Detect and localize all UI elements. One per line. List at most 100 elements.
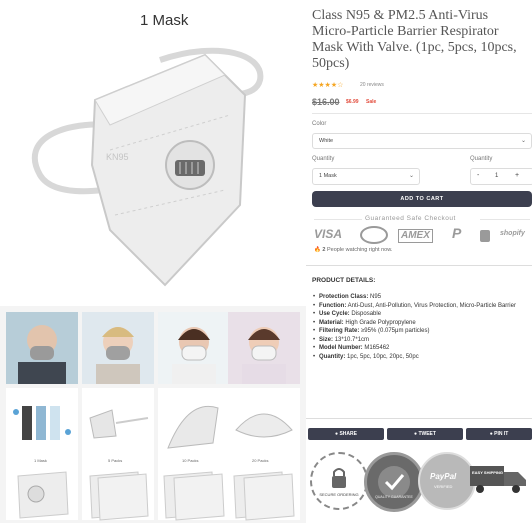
gallery-thumb-woman-dark[interactable] (158, 312, 230, 384)
reviews-link[interactable]: 20 reviews (360, 82, 384, 88)
quality-badge: QUALITY GUARANTEE (364, 452, 424, 512)
watching-count: 2 (322, 247, 326, 253)
lock-icon (332, 468, 346, 488)
lock-icon (480, 230, 490, 242)
detail-value: Anti-Dust, Anti-Pollution, Virus Protect… (347, 302, 516, 309)
detail-value: High Grade Polypropylene (345, 319, 416, 326)
sale-price: $6.99 (346, 99, 359, 105)
detail-item: Protection Class: N95 (313, 293, 528, 302)
detail-value: 13*10.7*1cm (334, 336, 370, 343)
detail-item: Function: Anti-Dust, Anti-Pollution, Vir… (313, 302, 528, 311)
detail-value: ≥95% (0.075μm particles) (361, 328, 430, 334)
truck-icon (470, 466, 526, 493)
detail-key: Use Cycle: (319, 311, 350, 317)
share-label: SHARE (339, 431, 357, 437)
product-title: Class N95 & PM2.5 Anti-Virus Micro-Parti… (312, 8, 517, 71)
gallery-thumb-fold[interactable] (158, 388, 230, 460)
secure-ordering-badge: SECURE ORDERING (310, 452, 368, 510)
detail-key: Filtering Rate: (319, 328, 360, 334)
tweet-label: TWEET (418, 431, 436, 437)
secure-ordering-text: SECURE ORDERING (319, 492, 359, 497)
quality-text: QUALITY GUARANTEE (375, 495, 413, 499)
detail-item: Use Cycle: Disposable (313, 310, 528, 319)
quantity-stepper-label: Quantity (470, 156, 493, 162)
amex-icon: AMEX (398, 229, 433, 243)
pinterest-icon: ● (489, 431, 493, 437)
detail-value: N95 (370, 294, 382, 300)
decrease-button[interactable]: - (477, 172, 479, 179)
paypal-verified-text: VERIFIED (434, 484, 453, 489)
watching-text: People watching right now. (326, 247, 393, 253)
details-list: Protection Class: N95Function: Anti-Dust… (313, 293, 528, 361)
color-select-value: White (319, 138, 334, 144)
main-product-image[interactable]: 1 Mask KN95 (0, 0, 306, 306)
detail-item: Model Number: M165462 (313, 344, 528, 353)
detail-key: Material: (319, 319, 344, 326)
gallery-thumb-woman-glove[interactable] (228, 312, 300, 384)
quantity-select[interactable]: 1 Mask ⌄ (312, 168, 420, 185)
fire-icon: 🔥 (314, 247, 321, 253)
pack-label: 20 Packs (252, 458, 269, 463)
pack-label: 5 Packs (108, 458, 123, 463)
visa-icon: VISA (314, 227, 343, 241)
twitter-icon: ● (414, 431, 418, 437)
detail-value: 1pc, 5pc, 10pc, 20pc, 50pc (347, 353, 419, 360)
gallery-thumb-pack-20[interactable]: 20 Packs (228, 458, 300, 521)
color-label: Color (312, 121, 327, 127)
diners-icon (360, 226, 388, 244)
share-button[interactable]: ● SHARE (308, 428, 384, 440)
divider (314, 219, 362, 220)
detail-item: Filtering Rate: ≥95% (0.075μm particles) (313, 327, 528, 336)
gallery-thumb-flat[interactable] (228, 388, 300, 460)
gallery-thumb-pack-1[interactable]: 1 Mask (6, 458, 78, 520)
divider (480, 219, 530, 220)
detail-value: Disposable (351, 311, 382, 317)
quantity-select-value: 1 Mask (319, 173, 337, 179)
paypal-icon: P (452, 225, 462, 241)
detail-item: Quantity: 1pc, 5pc, 10pc, 20pc, 50pc (313, 353, 528, 362)
detail-item: Material: High Grade Polypropylene (313, 319, 528, 328)
product-gallery: 1 Mask 5 Packs 10 Packs 20 Packs (0, 306, 306, 523)
divider (306, 265, 532, 266)
gallery-thumb-pack-5[interactable]: 5 Packs (82, 458, 154, 521)
detail-key: Function: (319, 302, 347, 309)
add-to-cart-button[interactable]: ADD TO CART (312, 191, 532, 207)
quantity-stepper[interactable]: - 1 + (470, 168, 532, 185)
chevron-down-icon: ⌄ (408, 173, 414, 179)
facebook-icon: ● (335, 431, 339, 437)
quantity-select-label: Quantity (312, 156, 335, 162)
paypal-verified-badge: PayPal VERIFIED (418, 452, 476, 510)
gallery-thumb-pack-10[interactable]: 10 Packs (158, 458, 230, 521)
easy-shipping-badge: EASY SHIPPING (470, 462, 530, 496)
paypal-badge-text: PayPal (430, 472, 457, 481)
divider (312, 113, 532, 114)
rating-stars-icon[interactable]: ★★★★☆ (312, 81, 343, 89)
pack-label: 10 Packs (182, 458, 199, 463)
mask-illustration: KN95 (31, 47, 264, 287)
gallery-thumb-woman-blonde[interactable] (82, 312, 154, 384)
gallery-thumb-layers[interactable] (6, 388, 78, 460)
check-icon (378, 466, 410, 498)
svg-text:KN95: KN95 (106, 152, 129, 162)
tweet-button[interactable]: ● TWEET (387, 428, 463, 440)
detail-key: Quantity: (319, 353, 346, 360)
detail-key: Size: (319, 336, 334, 343)
compare-price: $16.00 (312, 97, 340, 107)
easy-shipping-text: EASY SHIPPING (472, 470, 504, 475)
detail-item: Size: 13*10.7*1cm (313, 336, 528, 345)
detail-key: Model Number: (319, 345, 363, 351)
increase-button[interactable]: + (515, 172, 519, 179)
sale-badge: Sale (366, 99, 377, 105)
gallery-thumb-man[interactable] (6, 312, 78, 384)
pin-button[interactable]: ● PIN IT (466, 428, 532, 440)
color-select[interactable]: White ⌄ (312, 133, 532, 149)
gallery-thumb-stretch[interactable] (82, 388, 154, 460)
divider (306, 418, 532, 419)
shopify-icon: shopify (500, 230, 525, 237)
watching-indicator: 🔥 2 People watching right now. (314, 247, 392, 253)
detail-value: M165462 (364, 345, 390, 351)
detail-key: Protection Class: (319, 294, 369, 300)
quantity-value[interactable]: 1 (495, 173, 498, 179)
chevron-down-icon: ⌄ (520, 138, 526, 144)
pack-label: 1 Mask (34, 458, 47, 463)
